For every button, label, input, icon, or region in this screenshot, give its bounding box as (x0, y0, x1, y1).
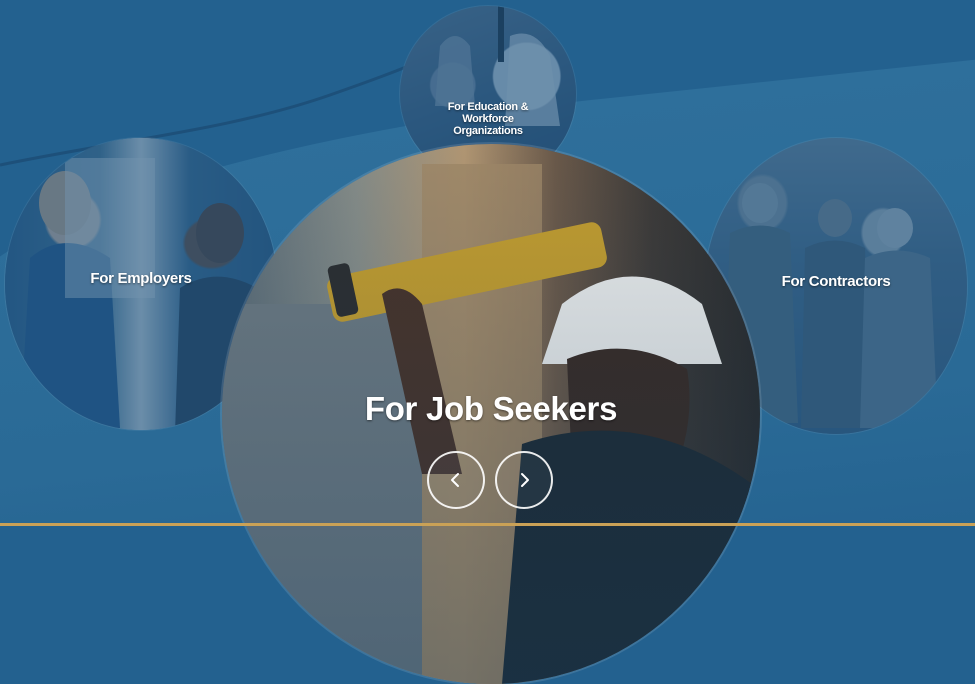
chevron-left-icon (451, 473, 459, 487)
job-seekers-card[interactable]: For Job Seekers (222, 144, 760, 684)
chevron-right-icon (521, 473, 529, 487)
carousel-next-button[interactable] (495, 451, 553, 509)
contractors-label: For Contractors (781, 272, 891, 290)
job-seekers-label: For Job Seekers (364, 390, 618, 427)
carousel-prev-button[interactable] (427, 451, 485, 509)
employers-label: For Employers (90, 269, 192, 287)
education-label: For Education & Workforce Organizations (447, 101, 529, 137)
